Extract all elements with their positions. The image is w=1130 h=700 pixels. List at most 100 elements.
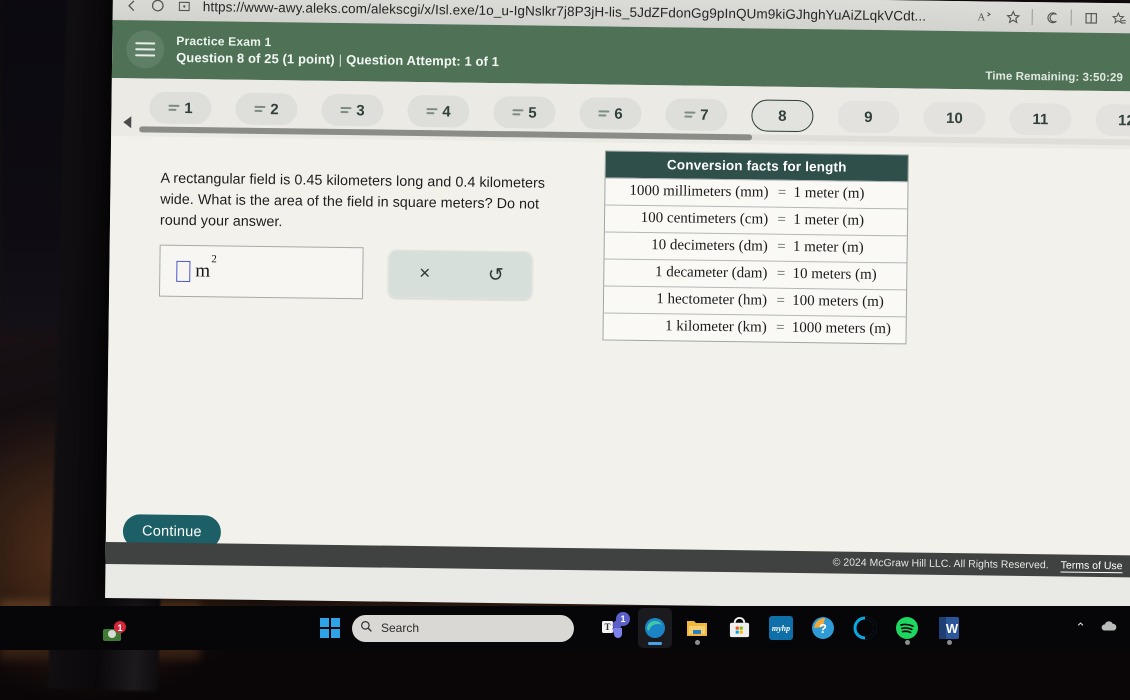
unit-base: m bbox=[195, 260, 210, 281]
alexa-icon bbox=[853, 616, 877, 640]
table-row: 1000 millimeters (mm)=1 meter (m) bbox=[605, 178, 907, 209]
running-indicator bbox=[648, 642, 662, 645]
conversion-cell-right: 10 meters (m) bbox=[788, 261, 906, 290]
taskbar-app-teams[interactable]: T1 bbox=[596, 608, 630, 648]
copyright-text: © 2024 McGraw Hill LLC. All Rights Reser… bbox=[833, 556, 1049, 571]
question-pill-5[interactable]: 5 bbox=[493, 96, 555, 129]
table-row: 100 centimeters (cm)=1 meter (m) bbox=[605, 205, 907, 236]
taskbar-app-edge[interactable] bbox=[638, 608, 672, 648]
taskbar-app-help[interactable]: ? bbox=[806, 608, 840, 648]
answer-tool-panel: × ↺ bbox=[388, 250, 533, 300]
question-pill-4[interactable]: 4 bbox=[407, 95, 469, 128]
answered-icon bbox=[684, 110, 695, 119]
onedrive-icon[interactable] bbox=[1100, 619, 1120, 638]
answered-icon bbox=[340, 105, 351, 114]
svg-text:T: T bbox=[604, 622, 610, 632]
hamburger-menu-icon[interactable] bbox=[126, 30, 164, 68]
search-input[interactable]: Search bbox=[352, 615, 574, 642]
answer-unit: m2 bbox=[195, 260, 216, 283]
taskbar-app-microsoft-store[interactable] bbox=[722, 608, 756, 648]
start-button[interactable] bbox=[320, 618, 340, 638]
running-indicator bbox=[905, 640, 910, 645]
table-row: 10 decimeters (dm)=1 meter (m) bbox=[605, 232, 907, 263]
word-icon: W bbox=[937, 616, 961, 640]
conversion-cell-right: 1 meter (m) bbox=[789, 207, 907, 236]
question-pill-label: 3 bbox=[356, 102, 365, 119]
question-pill-1[interactable]: 1 bbox=[149, 91, 211, 124]
question-meta: Question 8 of 25 (1 point)|Question Atte… bbox=[176, 49, 499, 71]
conversion-facts-table: Conversion facts for length 1000 millime… bbox=[602, 150, 908, 344]
svg-text:?: ? bbox=[819, 621, 827, 636]
question-pill-label: 8 bbox=[778, 107, 787, 124]
conversion-cell-eq: = bbox=[774, 207, 789, 234]
taskbar-app-alexa[interactable] bbox=[848, 608, 882, 648]
svg-text:myhp: myhp bbox=[772, 624, 790, 633]
taskbar-app-spotify[interactable] bbox=[890, 608, 924, 648]
copyright-bar: © 2024 McGraw Hill LLC. All Rights Reser… bbox=[105, 542, 1130, 577]
conversion-cell-left: 1000 millimeters (mm) bbox=[605, 178, 774, 207]
windows-taskbar: 1 Search T1 myhp? W ⌃ bbox=[0, 606, 1130, 650]
conversion-cell-left: 1 kilometer (km) bbox=[603, 313, 772, 342]
search-highlight-thumbnail bbox=[528, 618, 568, 639]
question-pill-10[interactable]: 10 bbox=[923, 102, 985, 135]
conversion-cell-right: 1 meter (m) bbox=[789, 234, 907, 263]
read-aloud-icon[interactable]: A bbox=[972, 3, 998, 29]
question-pill-label: 12 bbox=[1118, 112, 1130, 129]
terms-of-use-link[interactable]: Terms of Use bbox=[1061, 559, 1123, 573]
taskbar-app-my-hp[interactable]: myhp bbox=[764, 608, 798, 648]
clear-button[interactable]: × bbox=[389, 251, 461, 298]
collections-icon[interactable] bbox=[1106, 5, 1130, 31]
url-text: https://www-awy.aleks.com/alekscgi/x/Isl… bbox=[203, 0, 927, 23]
search-icon bbox=[360, 620, 373, 636]
taskbar-app-word[interactable]: W bbox=[932, 608, 966, 648]
answered-icon bbox=[512, 108, 523, 117]
tray-overflow-icon[interactable]: ⌃ bbox=[1075, 620, 1086, 636]
svg-text:W: W bbox=[946, 621, 959, 636]
conversion-cell-eq: = bbox=[773, 288, 788, 315]
split-screen-icon[interactable] bbox=[1078, 5, 1104, 31]
conversion-cell-left: 1 hectometer (hm) bbox=[604, 286, 773, 315]
answered-icon bbox=[168, 103, 179, 112]
back-arrow-icon[interactable] bbox=[119, 0, 145, 18]
question-pill-6[interactable]: 6 bbox=[579, 97, 641, 130]
running-indicator bbox=[947, 640, 952, 645]
answered-icon bbox=[254, 104, 265, 113]
answer-entry-box[interactable] bbox=[176, 260, 190, 281]
refresh-icon[interactable] bbox=[145, 0, 171, 19]
browser-essentials-icon[interactable] bbox=[1039, 4, 1065, 30]
question-pill-label: 4 bbox=[442, 103, 451, 120]
answer-row: m2 × ↺ bbox=[159, 245, 533, 302]
running-indicator bbox=[695, 640, 700, 645]
answer-input[interactable]: m2 bbox=[159, 245, 364, 300]
taskbar-app-file-explorer[interactable] bbox=[680, 608, 714, 648]
conversion-cell-left: 100 centimeters (cm) bbox=[605, 205, 774, 234]
header-text-group: Practice Exam 1 Question 8 of 25 (1 poin… bbox=[176, 33, 499, 71]
notification-icon[interactable]: 1 bbox=[100, 620, 126, 646]
question-pill-11[interactable]: 11 bbox=[1009, 103, 1071, 136]
conversion-cell-right: 1000 meters (m) bbox=[788, 315, 906, 343]
my-hp-icon: myhp bbox=[769, 616, 793, 640]
svg-text:1: 1 bbox=[117, 623, 122, 633]
meta-divider: | bbox=[335, 52, 347, 67]
toolbar-divider bbox=[1032, 9, 1033, 25]
table-row: 1 decameter (dam)=10 meters (m) bbox=[604, 259, 906, 290]
taskbar-center-group: Search T1 myhp? W bbox=[320, 606, 966, 650]
unit-exponent: 2 bbox=[211, 253, 217, 265]
undo-button[interactable]: ↺ bbox=[460, 252, 532, 299]
question-pill-3[interactable]: 3 bbox=[321, 94, 383, 127]
favorites-star-icon[interactable] bbox=[1000, 4, 1026, 30]
scroll-left-icon[interactable] bbox=[123, 116, 131, 128]
conversion-cell-right: 1 meter (m) bbox=[789, 180, 907, 209]
conversion-cell-eq: = bbox=[773, 315, 788, 342]
tab-actions-icon[interactable] bbox=[171, 0, 197, 19]
answered-icon bbox=[426, 107, 437, 116]
question-pill-12[interactable]: 12 bbox=[1095, 104, 1130, 137]
question-pill-8[interactable]: 8 bbox=[751, 99, 813, 132]
question-pill-7[interactable]: 7 bbox=[665, 98, 727, 131]
laptop-screen: https://www-awy.aleks.com/alekscgi/x/Isl… bbox=[105, 0, 1130, 611]
help-icon: ? bbox=[811, 616, 835, 640]
question-attempt: Question Attempt: 1 of 1 bbox=[346, 52, 499, 69]
question-pill-9[interactable]: 9 bbox=[837, 100, 899, 133]
question-pill-2[interactable]: 2 bbox=[235, 93, 297, 126]
answered-icon bbox=[598, 109, 609, 118]
